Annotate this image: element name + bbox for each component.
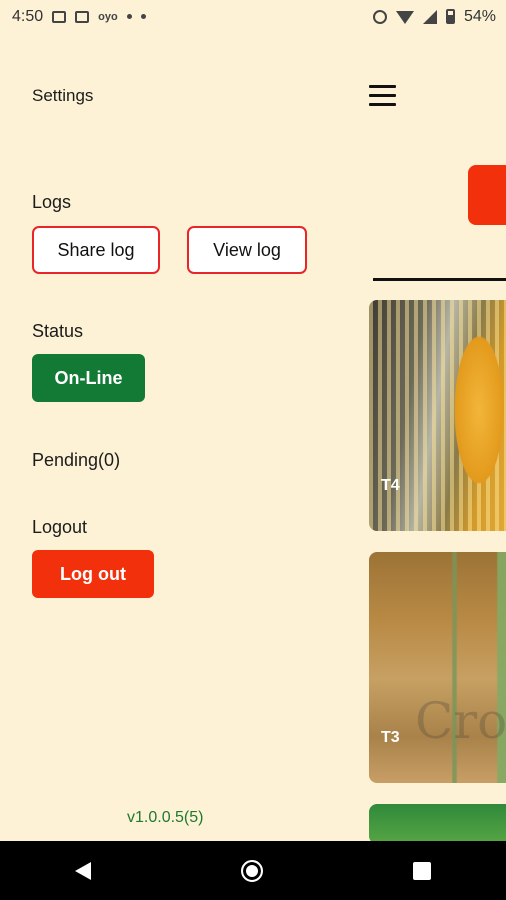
navigation-drawer: Settings Logs Share log View log Status …: [0, 33, 355, 841]
action-chip[interactable]: [468, 165, 506, 225]
home-icon[interactable]: [241, 859, 263, 882]
crop-card-wheat[interactable]: Cro T3: [369, 552, 506, 783]
wifi-icon: [395, 11, 414, 24]
battery-icon: [445, 9, 455, 24]
system-nav-bar: [0, 841, 506, 900]
version-text: v1.0.0.5(5): [127, 809, 204, 826]
status-label: Status: [32, 321, 84, 341]
dots-icon: [126, 14, 132, 19]
pending-label: Pending(0): [32, 450, 121, 470]
back-icon[interactable]: [75, 861, 91, 880]
watermark-text: Cro: [415, 692, 506, 750]
logs-label: Logs: [32, 192, 72, 212]
status-bar-left: 4:50 oyo: [12, 8, 146, 26]
crop-card-field[interactable]: [369, 804, 506, 841]
status-bar: 4:50 oyo 54%: [0, 0, 506, 33]
online-status-button[interactable]: On-Line: [32, 354, 145, 402]
tab-underline: [373, 278, 506, 281]
battery-percent: 54%: [463, 7, 496, 25]
card-label: T4: [381, 477, 400, 494]
dot-icon: [140, 14, 146, 19]
card-label: T3: [381, 729, 400, 746]
status-time: 4:50: [12, 7, 44, 25]
recents-icon[interactable]: [413, 861, 431, 880]
main-content: T4 Cro T3: [355, 33, 506, 841]
signal-icon: [422, 9, 437, 24]
oyo-icon: oyo: [98, 10, 118, 23]
logout-button[interactable]: Log out: [32, 550, 154, 598]
alarm-icon: [372, 9, 387, 24]
view-log-button[interactable]: View log: [187, 226, 307, 274]
news-icon: [75, 10, 90, 23]
crop-card-corn[interactable]: T4: [369, 300, 506, 531]
drawer-title: Settings: [32, 86, 94, 105]
image-icon: [52, 10, 67, 23]
hamburger-icon[interactable]: [369, 85, 396, 106]
share-log-button[interactable]: Share log: [32, 226, 160, 274]
status-bar-right: 54%: [372, 7, 496, 26]
logout-label: Logout: [32, 517, 88, 537]
